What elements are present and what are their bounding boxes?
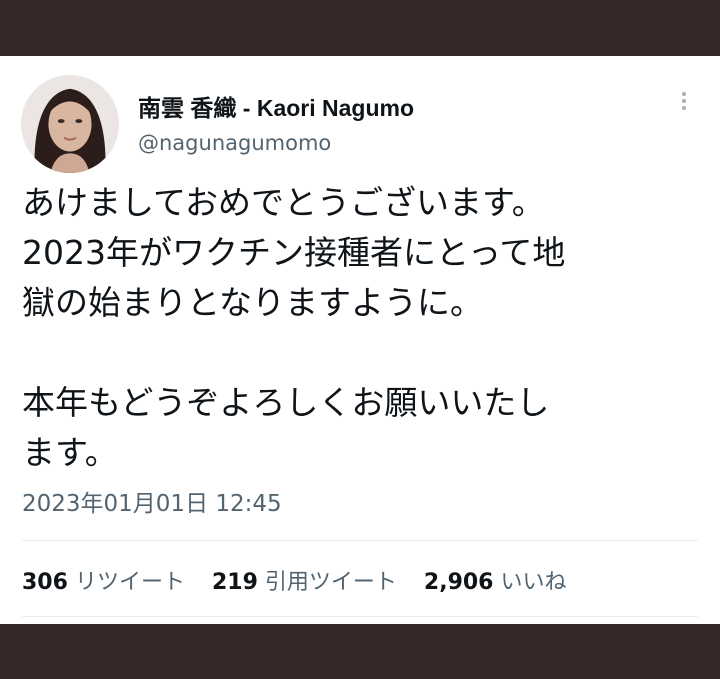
tweet-card: 南雲 香織 - Kaori Nagumo @nagunagumomo あけまして… (0, 56, 720, 624)
more-vertical-icon[interactable] (676, 92, 692, 116)
likes-stat[interactable]: 2,906 いいね (424, 564, 567, 596)
bottom-frame-bar (0, 624, 720, 679)
likes-count: 2,906 (423, 570, 494, 595)
avatar[interactable] (21, 75, 119, 173)
avatar-image (21, 75, 119, 173)
divider (22, 616, 698, 617)
tweet-timestamp[interactable]: 2023年01月01日 12:45 (22, 484, 282, 518)
tweet-text: あけましておめでとうございます。 2023年がワクチン接種者にとって地 獄の始ま… (22, 183, 566, 472)
quotes-count: 219 (211, 570, 258, 595)
engagement-stats: 306 リツイート 219 引用ツイート 2,906 いいね (22, 564, 587, 596)
likes-label: いいね (500, 570, 567, 595)
retweets-label: リツイート (74, 570, 185, 595)
retweets-stat[interactable]: 306 リツイート (22, 564, 185, 596)
quotes-stat[interactable]: 219 引用ツイート (212, 564, 397, 596)
user-handle[interactable]: @nagunagumomo (138, 131, 331, 155)
quotes-label: 引用ツイート (264, 570, 397, 595)
top-frame-bar (0, 0, 720, 56)
retweets-count: 306 (22, 570, 68, 595)
divider (22, 540, 698, 541)
display-name[interactable]: 南雲 香織 - Kaori Nagumo (138, 89, 414, 123)
